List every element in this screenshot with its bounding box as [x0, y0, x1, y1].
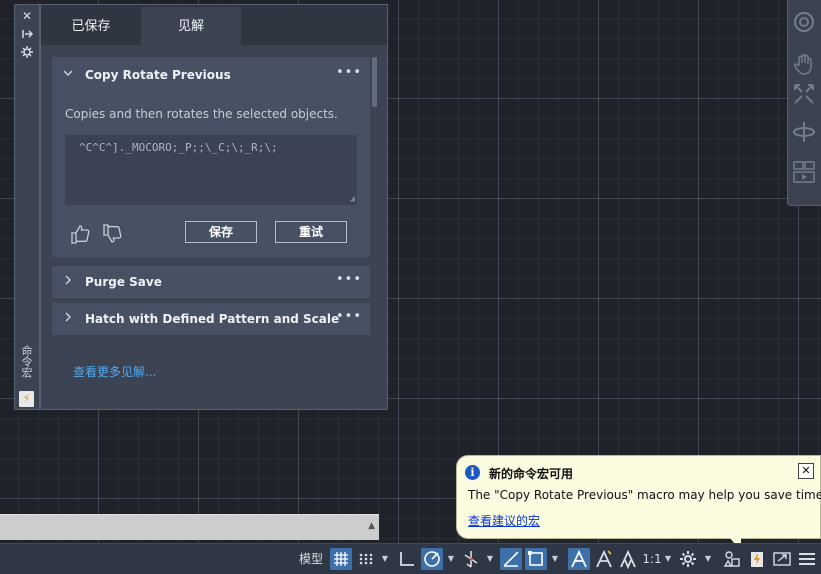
scale-selector[interactable]: 1:1 [641, 548, 663, 570]
resize-grip-icon[interactable]: ◢ [350, 194, 355, 204]
notification-title: 新的命令宏可用 [489, 467, 574, 481]
thumbs-up-icon[interactable] [69, 223, 91, 245]
vertical-scrollbar[interactable] [372, 57, 377, 107]
customization-menu-icon[interactable] [796, 548, 818, 570]
command-macros-panel: 已保存 见解 Copy Rotate Previous ••• Copies a… [40, 4, 388, 410]
orbit-icon[interactable] [792, 120, 816, 144]
insight-card[interactable]: Purge Save ••• [52, 266, 370, 298]
save-button[interactable]: 保存 [185, 221, 257, 243]
notification-message: The "Copy Rotate Previous" macro may hel… [468, 488, 821, 502]
retry-button[interactable]: 重试 [275, 221, 347, 243]
navigation-bar [787, 0, 821, 206]
pan-hand-icon[interactable] [792, 52, 816, 76]
view-suggested-macro-link[interactable]: 查看建议的宏 [468, 512, 540, 529]
grid-toggle-icon[interactable] [330, 548, 352, 570]
palette-title: 命令宏 [20, 345, 33, 378]
see-more-insights-link[interactable]: 查看更多见解... [73, 363, 156, 380]
polar-tracking-icon[interactable] [421, 548, 443, 570]
more-options-icon[interactable]: ••• [336, 272, 362, 287]
command-macro-notify-icon[interactable] [746, 548, 768, 570]
command-line-strip[interactable]: ▲ [0, 514, 379, 540]
snap-dropdown-icon[interactable]: ▼ [380, 548, 390, 570]
macro-textbox[interactable]: ^C^C^]._MOCORO;_P;;\_C;\;_R;\; ◢ [65, 135, 357, 205]
zoom-extents-icon[interactable] [792, 82, 816, 106]
card-header[interactable]: Copy Rotate Previous ••• [52, 57, 370, 93]
workspace-gear-icon[interactable] [677, 548, 699, 570]
status-bar: 模型 ▼ ▼ ▼ ▼ 1:1 ▼ ▼ [0, 543, 821, 574]
model-space-button[interactable]: 模型 [296, 548, 326, 570]
close-palette-icon[interactable]: ✕ [15, 7, 39, 25]
palette-sidebar: ✕ 命令宏 ⚡ [14, 4, 40, 410]
more-options-icon[interactable]: ••• [336, 65, 362, 80]
annotation-visibility-icon[interactable] [568, 548, 590, 570]
card-header[interactable]: Purge Save ••• [52, 266, 370, 298]
steering-wheel-icon[interactable] [792, 10, 816, 34]
full-screen-icon[interactable] [771, 548, 793, 570]
isometric-dropdown-icon[interactable]: ▼ [485, 548, 495, 570]
info-icon: i [465, 465, 480, 480]
macro-text: ^C^C^]._MOCORO;_P;;\_C;\;_R;\; [79, 141, 278, 154]
isometric-drafting-icon[interactable] [460, 548, 482, 570]
object-snap-dropdown-icon[interactable]: ▼ [550, 548, 560, 570]
polar-dropdown-icon[interactable]: ▼ [446, 548, 456, 570]
tab-saved[interactable]: 已保存 [41, 7, 141, 45]
snap-mode-icon[interactable] [355, 548, 377, 570]
workspace-dropdown-icon[interactable]: ▼ [703, 548, 713, 570]
insights-list: Copy Rotate Previous ••• Copies and then… [52, 57, 370, 397]
tab-insights[interactable]: 见解 [141, 7, 241, 45]
auto-hide-icon[interactable] [15, 25, 39, 43]
close-notification-button[interactable]: ✕ [798, 463, 814, 479]
annotation-scale-icon[interactable] [617, 548, 639, 570]
properties-gear-icon[interactable] [15, 43, 39, 61]
scale-dropdown-icon[interactable]: ▼ [663, 548, 673, 570]
notification-balloon: i 新的命令宏可用 ✕ The "Copy Rotate Previous" m… [456, 455, 821, 539]
tab-bar: 已保存 见解 [41, 5, 387, 45]
thumbs-down-icon[interactable] [101, 223, 123, 245]
card-header[interactable]: Hatch with Defined Pattern and Scale ••• [52, 303, 370, 335]
macro-palette-icon: ⚡ [19, 391, 34, 407]
isolate-objects-icon[interactable] [721, 548, 743, 570]
chevron-down-icon[interactable] [63, 68, 73, 81]
insight-card: Copy Rotate Previous ••• Copies and then… [52, 57, 370, 257]
chevron-right-icon[interactable] [63, 275, 73, 288]
card-title: Hatch with Defined Pattern and Scale [85, 312, 340, 326]
object-snap-tracking-icon[interactable] [500, 548, 522, 570]
chevron-right-icon[interactable] [63, 312, 73, 325]
card-title: Purge Save [85, 275, 162, 289]
auto-scale-icon[interactable] [593, 548, 615, 570]
ortho-mode-icon[interactable] [396, 548, 418, 570]
scroll-up-icon[interactable]: ▲ [368, 521, 375, 531]
more-options-icon[interactable]: ••• [336, 309, 362, 324]
card-description: Copies and then rotates the selected obj… [65, 107, 338, 121]
card-title: Copy Rotate Previous [85, 68, 231, 82]
object-snap-icon[interactable] [525, 548, 547, 570]
insight-card[interactable]: Hatch with Defined Pattern and Scale ••• [52, 303, 370, 335]
showmotion-icon[interactable] [792, 160, 816, 184]
